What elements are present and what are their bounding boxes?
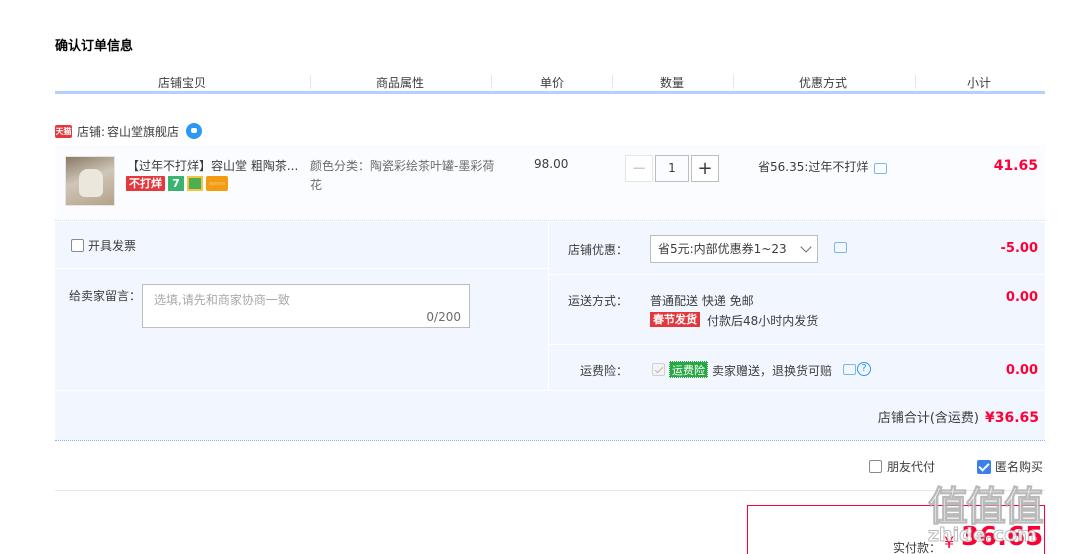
col-header-qty: 数量 xyxy=(660,76,685,90)
comment-icon[interactable] xyxy=(834,242,847,253)
coupon-value: -5.00 xyxy=(1000,241,1038,256)
wangwang-chat-icon[interactable] xyxy=(186,123,203,139)
quantity-decrease-button[interactable]: − xyxy=(625,155,653,182)
item-discount-text: 省56.35:过年不打烊 xyxy=(758,160,869,174)
insurance-label: 运费险： xyxy=(579,364,628,378)
comment-icon[interactable] xyxy=(874,163,888,174)
shop-total-value: ¥36.65 xyxy=(984,410,1039,426)
insurance-checkbox xyxy=(652,363,665,376)
divider xyxy=(55,490,1045,491)
order-detail-panel: 开具发票 给卖家留言： 选填,请先和商家协商一致 0/200 店铺优惠： 省5元… xyxy=(55,222,1045,440)
product-attribute: 颜色分类：陶瓷彩绘茶叶罐-墨彩荷花 xyxy=(310,159,495,192)
item-discount: 省56.35:过年不打烊 xyxy=(758,158,888,175)
divider xyxy=(548,344,1045,345)
col-header-item: 店铺宝贝 xyxy=(158,76,207,90)
friend-pay-option[interactable]: 朋友代付 xyxy=(869,458,935,475)
divider xyxy=(55,390,1045,391)
shop-total: 店铺合计(含运费) ¥36.65 xyxy=(878,407,1039,426)
friend-pay-checkbox[interactable] xyxy=(869,460,882,473)
quantity-increase-button[interactable]: + xyxy=(691,155,719,182)
product-title-link[interactable]: 【过年不打烊】容山堂 粗陶茶... xyxy=(127,157,302,174)
spring-festival-badge: 春节发货 xyxy=(650,312,700,327)
coupon-selected: 省5元:内部优惠券1~23 xyxy=(658,242,787,256)
seller-message-input[interactable]: 选填,请先和商家协商一致 0/200 xyxy=(142,284,470,328)
shop-label: 店铺: xyxy=(77,124,106,139)
col-divider xyxy=(310,75,311,89)
tmall-icon: 天猫 xyxy=(55,124,72,138)
invoice-option[interactable]: 开具发票 xyxy=(71,237,136,254)
col-header-attr: 商品属性 xyxy=(376,76,425,90)
divider xyxy=(55,440,1045,441)
message-label: 给卖家留言： xyxy=(69,289,142,303)
col-divider xyxy=(612,75,613,89)
divider xyxy=(548,274,1045,275)
insurance-badge: 运费险 xyxy=(669,361,708,378)
product-thumbnail[interactable] xyxy=(65,156,115,206)
comment-icon[interactable] xyxy=(843,364,856,375)
watermark-url: zhide.com xyxy=(928,524,1038,547)
coupon-label: 店铺优惠： xyxy=(567,243,628,257)
message-placeholder: 选填,请先和商家协商一致 xyxy=(154,293,290,307)
quantity-input[interactable]: 1 xyxy=(655,155,689,182)
divider xyxy=(55,268,548,269)
message-char-count: 0/200 xyxy=(426,310,461,324)
item-subtotal: 41.65 xyxy=(993,158,1038,174)
column-header: 店铺宝贝 商品属性 单价 数量 优惠方式 小计 xyxy=(55,72,1045,94)
shop-name-link[interactable]: 容山堂旗舰店 xyxy=(107,123,179,140)
no-close-badge: 不打烊 xyxy=(126,176,165,191)
page-title: 确认订单信息 xyxy=(55,39,134,54)
product-badges: 不打烊 7 xyxy=(126,176,228,191)
shop-total-label: 店铺合计(含运费) xyxy=(877,411,979,426)
invoice-checkbox[interactable] xyxy=(71,239,84,252)
shop-row: 天猫 店铺: 容山堂旗舰店 xyxy=(55,122,203,140)
insurance-value: 0.00 xyxy=(1005,363,1038,378)
order-item-row: 【过年不打烊】容山堂 粗陶茶... 不打烊 7 颜色分类：陶瓷彩绘茶叶罐-墨彩荷… xyxy=(55,145,1045,221)
anonymous-checkbox[interactable] xyxy=(977,459,991,474)
invoice-label: 开具发票 xyxy=(88,239,137,253)
col-header-price: 单价 xyxy=(540,76,565,90)
col-divider xyxy=(733,75,734,89)
anonymous-label: 匿名购买 xyxy=(995,460,1044,474)
shipping-note: 付款后48小时内发货 xyxy=(707,314,819,328)
seven-day-return-icon: 7 xyxy=(168,176,184,191)
help-icon[interactable]: ? xyxy=(857,362,871,376)
shipping-value: 0.00 xyxy=(1005,290,1038,305)
unit-price: 98.00 xyxy=(534,157,569,171)
shipping-method: 普通配送 快递 免邮 xyxy=(650,294,754,308)
col-divider xyxy=(491,75,492,89)
anonymous-option[interactable]: 匿名购买 xyxy=(977,458,1043,475)
chevron-down-icon xyxy=(800,241,812,253)
shipping-label: 运送方式： xyxy=(567,294,628,308)
friend-pay-label: 朋友代付 xyxy=(887,460,936,474)
insurance-text: 卖家赠送，退换货可赔 xyxy=(712,364,833,378)
credit-card-icon xyxy=(206,176,228,191)
guarantee-icon xyxy=(187,176,203,191)
coupon-select[interactable]: 省5元:内部优惠券1~23 xyxy=(650,235,818,263)
col-header-subtotal: 小计 xyxy=(967,76,992,90)
quantity-stepper: − 1 + xyxy=(625,155,719,182)
col-header-discount: 优惠方式 xyxy=(799,76,848,90)
col-divider xyxy=(915,75,916,89)
